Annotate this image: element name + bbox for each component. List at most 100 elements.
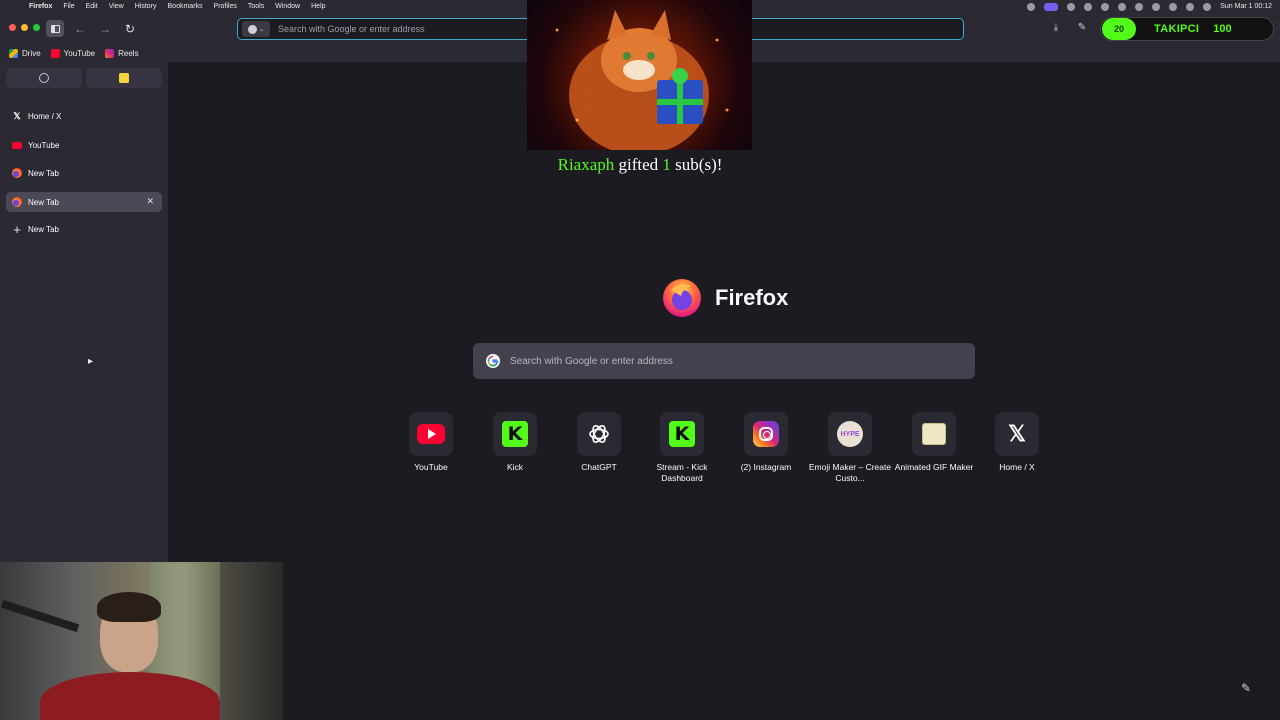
pencil-icon[interactable]: ✎ xyxy=(1241,681,1257,697)
tab-label: YouTube xyxy=(28,140,60,150)
menu-view[interactable]: View xyxy=(109,3,124,10)
alert-count: 1 xyxy=(662,155,671,174)
close-window-button[interactable] xyxy=(9,24,16,31)
alert-text-end: sub(s)! xyxy=(670,155,723,174)
bookmark-youtube[interactable]: YouTube xyxy=(50,49,95,58)
firefox-wordmark: Firefox xyxy=(715,285,789,310)
tab-new-tab-active[interactable]: New Tab ✕ xyxy=(6,192,162,212)
pinned-tab-kick[interactable] xyxy=(86,68,162,88)
search-engine-selector[interactable]: ⌄ xyxy=(242,21,270,37)
youtube-icon xyxy=(417,424,445,444)
menu-file[interactable]: File xyxy=(63,3,74,10)
instagram-icon xyxy=(105,49,115,58)
shortcut-label: Stream - Kick Dashboard xyxy=(656,462,708,483)
alert-cat-image xyxy=(527,0,752,150)
x-icon: 𝕏 xyxy=(1008,421,1026,446)
shortcut-chatgpt[interactable]: ChatGPT xyxy=(557,412,641,473)
firefox-icon xyxy=(12,168,22,178)
tab-label: Home / X xyxy=(28,111,62,121)
shortcut-instagram[interactable]: (2) Instagram xyxy=(724,412,808,473)
shortcut-label: (2) Instagram xyxy=(740,462,792,472)
bookmark-reels[interactable]: Reels xyxy=(105,49,139,58)
menu-tools[interactable]: Tools xyxy=(248,3,264,10)
alert-username: Riaxaph xyxy=(557,155,615,174)
tab-home-x[interactable]: 𝕏 Home / X xyxy=(6,106,162,126)
google-icon xyxy=(486,354,500,368)
shortcut-emoji-maker[interactable]: HYPE Emoji Maker – Create Custo... xyxy=(808,412,892,484)
address-input[interactable]: Search with Google or enter address xyxy=(278,24,425,34)
shortcut-label: YouTube xyxy=(414,462,448,472)
gif-maker-icon xyxy=(922,423,946,445)
reload-button[interactable]: ↻ xyxy=(122,21,138,37)
bookmark-drive[interactable]: Drive xyxy=(9,49,41,58)
pinned-tab-chatgpt[interactable] xyxy=(6,68,82,88)
shortcut-home-x[interactable]: 𝕏 Home / X xyxy=(975,412,1059,473)
mouse-cursor-icon: ▸ xyxy=(88,356,94,367)
tab-label: New Tab xyxy=(28,168,59,178)
menu-bookmarks[interactable]: Bookmarks xyxy=(168,3,203,10)
text-input-icon[interactable] xyxy=(1135,2,1144,11)
shortcut-kick[interactable]: K Kick xyxy=(473,412,557,473)
kick-count: 20 xyxy=(1102,18,1136,40)
clock[interactable]: Sun Mar 1 00:12 xyxy=(1220,3,1272,10)
menu-profiles[interactable]: Profiles xyxy=(214,3,237,10)
back-button[interactable]: ← xyxy=(72,21,88,37)
tab-label: New Tab xyxy=(28,197,59,207)
newtab-search-box[interactable]: Search with Google or enter address xyxy=(473,343,975,379)
minimize-window-button[interactable] xyxy=(21,24,28,31)
bookmark-label: Drive xyxy=(22,49,41,58)
vertical-tabs-sidebar: 𝕏 Home / X YouTube New Tab New Tab ✕ + N… xyxy=(0,62,168,562)
downloads-icon[interactable]: ⤓ xyxy=(1050,22,1062,34)
chatgpt-icon xyxy=(589,425,609,443)
menu-history[interactable]: History xyxy=(135,3,157,10)
search-icon[interactable] xyxy=(1169,2,1178,11)
kick-number: 100 xyxy=(1213,23,1232,35)
close-icon[interactable]: ✕ xyxy=(146,196,154,207)
tab-new-tab[interactable]: New Tab xyxy=(6,163,162,183)
chevron-down-icon: ⌄ xyxy=(258,26,265,33)
zoom-window-button[interactable] xyxy=(33,24,40,31)
wrench-icon[interactable]: ✎ xyxy=(1076,22,1088,34)
shortcut-label: Home / X xyxy=(999,462,1035,472)
menu-edit[interactable]: Edit xyxy=(86,3,98,10)
menu-window[interactable]: Window xyxy=(275,3,300,10)
sidebar-toggle-button[interactable] xyxy=(46,20,64,37)
record-icon[interactable] xyxy=(1084,2,1093,11)
forward-button[interactable]: → xyxy=(97,21,113,37)
shortcut-label: Kick xyxy=(506,462,524,472)
kick-icon: K xyxy=(669,421,695,447)
screen-share-icon[interactable] xyxy=(1044,2,1059,11)
x-icon: 𝕏 xyxy=(13,110,21,121)
new-tab-button[interactable]: + New Tab xyxy=(6,219,162,239)
menu-help[interactable]: Help xyxy=(311,3,325,10)
extension-icon[interactable] xyxy=(1067,2,1076,11)
shortcut-gif-maker[interactable]: Animated GIF Maker xyxy=(892,412,976,473)
alert-text: gifted xyxy=(614,155,663,174)
microphone-arm xyxy=(0,599,80,633)
tab-youtube[interactable]: YouTube xyxy=(6,135,162,155)
kick-tag: TAKIPCI xyxy=(1154,23,1200,35)
volume-icon[interactable] xyxy=(1118,2,1127,11)
firefox-logo-icon xyxy=(663,279,701,317)
shortcut-youtube[interactable]: YouTube xyxy=(389,412,473,473)
youtube-icon xyxy=(12,140,22,150)
pinned-app-icon xyxy=(119,73,129,83)
wifi-icon[interactable] xyxy=(1152,2,1161,11)
google-icon xyxy=(247,24,257,34)
shortcut-label: ChatGPT xyxy=(581,462,617,472)
instagram-icon xyxy=(753,421,779,447)
settings-icon[interactable] xyxy=(1101,2,1110,11)
shortcut-kick-dashboard[interactable]: K Stream - Kick Dashboard xyxy=(640,412,724,484)
kick-icon: K xyxy=(502,421,528,447)
status-area: Sun Mar 1 00:12 xyxy=(1027,0,1272,13)
drive-icon xyxy=(9,49,18,58)
siri-icon[interactable] xyxy=(1203,2,1212,11)
menu-firefox[interactable]: Firefox xyxy=(29,3,52,10)
control-center-icon[interactable] xyxy=(1186,2,1195,11)
status-icon[interactable] xyxy=(1027,2,1036,11)
shortcut-label: Emoji Maker – Create Custo... xyxy=(808,462,892,483)
kick-follower-widget: 20 TAKIPCI 100 xyxy=(1100,17,1274,41)
new-tab-label: New Tab xyxy=(28,224,59,234)
youtube-icon xyxy=(50,49,60,58)
newtab-search-input[interactable]: Search with Google or enter address xyxy=(510,356,673,367)
